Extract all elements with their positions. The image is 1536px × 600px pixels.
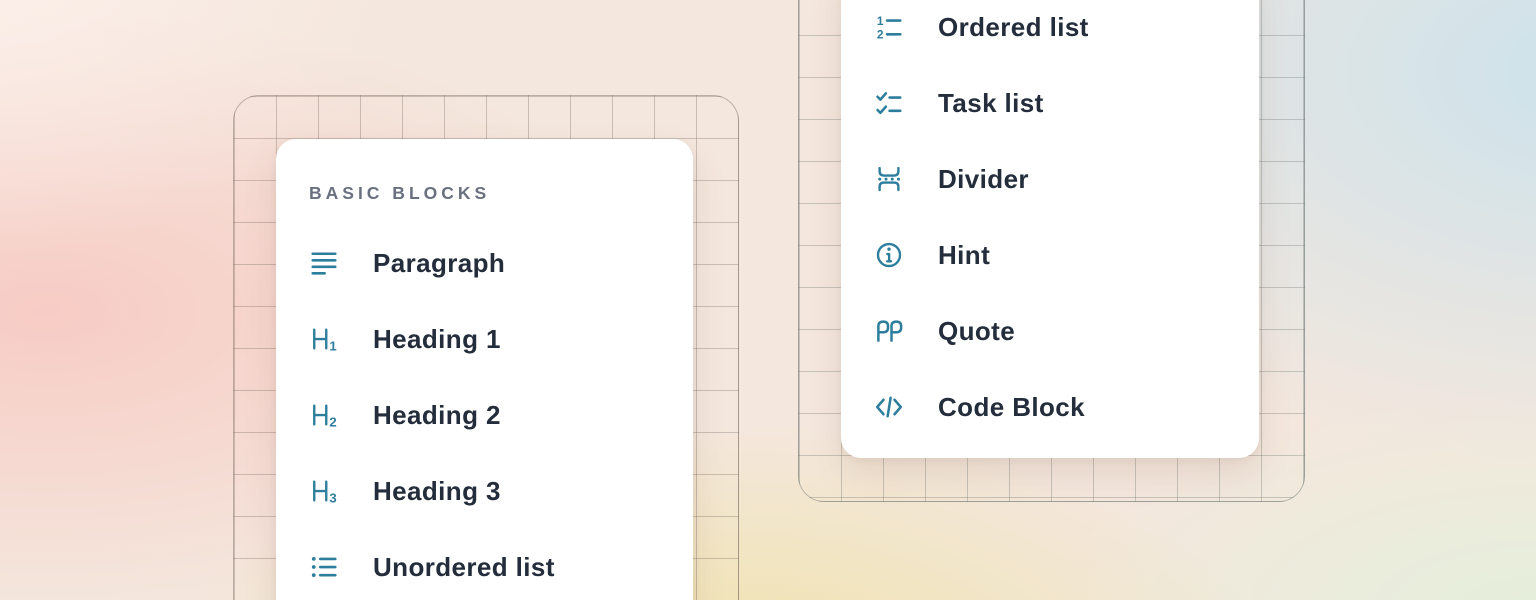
heading-2-icon — [309, 400, 339, 430]
task-list-icon — [874, 88, 904, 118]
menu-item-paragraph[interactable]: Paragraph — [276, 225, 693, 301]
more-blocks-menu-card: Ordered list Task list Divider Hint Quot… — [841, 0, 1259, 458]
hint-icon — [874, 240, 904, 270]
section-label-basic-blocks: BASIC BLOCKS — [309, 183, 693, 203]
menu-item-unordered-list[interactable]: Unordered list — [276, 529, 693, 600]
heading-3-icon — [309, 476, 339, 506]
unordered-list-icon — [309, 552, 339, 582]
heading-1-icon — [309, 324, 339, 354]
menu-item-heading-1[interactable]: Heading 1 — [276, 301, 693, 377]
more-blocks-item-list: Ordered list Task list Divider Hint Quot… — [841, 0, 1259, 445]
basic-blocks-menu-card: BASIC BLOCKS Paragraph Heading 1 Heading… — [276, 139, 693, 600]
menu-item-code-block[interactable]: Code Block — [841, 369, 1259, 445]
ordered-list-icon — [874, 12, 904, 42]
divider-icon — [874, 164, 904, 194]
paragraph-icon — [309, 248, 339, 278]
block-menu-illustration: BASIC BLOCKS Paragraph Heading 1 Heading… — [0, 0, 1536, 600]
quote-icon — [874, 316, 904, 346]
basic-blocks-item-list: Paragraph Heading 1 Heading 2 Heading 3 … — [276, 225, 693, 600]
code-block-icon — [874, 392, 904, 422]
menu-item-hint[interactable]: Hint — [841, 217, 1259, 293]
menu-item-quote[interactable]: Quote — [841, 293, 1259, 369]
menu-item-heading-3[interactable]: Heading 3 — [276, 453, 693, 529]
menu-item-heading-2[interactable]: Heading 2 — [276, 377, 693, 453]
menu-item-task-list[interactable]: Task list — [841, 65, 1259, 141]
menu-item-ordered-list[interactable]: Ordered list — [841, 0, 1259, 65]
menu-item-divider[interactable]: Divider — [841, 141, 1259, 217]
